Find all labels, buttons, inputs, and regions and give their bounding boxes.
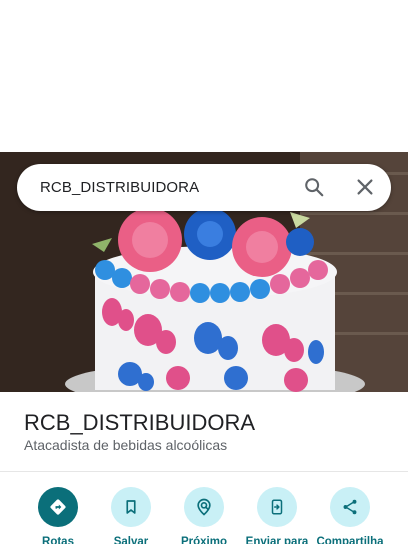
divider (0, 471, 408, 472)
directions-icon (38, 487, 78, 527)
map-blank-area (0, 0, 408, 152)
action-bar: Rotas Salvar Próximo Enviar para Compart… (0, 486, 408, 544)
share-icon (330, 487, 370, 527)
send-to-phone-icon (257, 487, 297, 527)
search-query[interactable]: RCB_DISTRIBUIDORA (40, 179, 199, 196)
search-icon[interactable] (303, 176, 325, 198)
search-bar[interactable]: RCB_DISTRIBUIDORA (17, 164, 391, 211)
directions-button[interactable]: Rotas (20, 486, 96, 544)
close-icon[interactable] (354, 176, 376, 198)
bookmark-icon (111, 487, 151, 527)
place-title: RCB_DISTRIBUIDORA (24, 410, 256, 435)
send-to-phone-button[interactable]: Enviar para (239, 486, 315, 544)
place-category[interactable]: Atacadista de bebidas alcoólicas (24, 437, 227, 453)
share-button[interactable]: Compartilha (312, 486, 388, 544)
nearby-icon (184, 487, 224, 527)
nearby-button[interactable]: Próximo (166, 486, 242, 544)
share-label: Compartilha (316, 536, 384, 544)
save-button[interactable]: Salvar (93, 486, 169, 544)
